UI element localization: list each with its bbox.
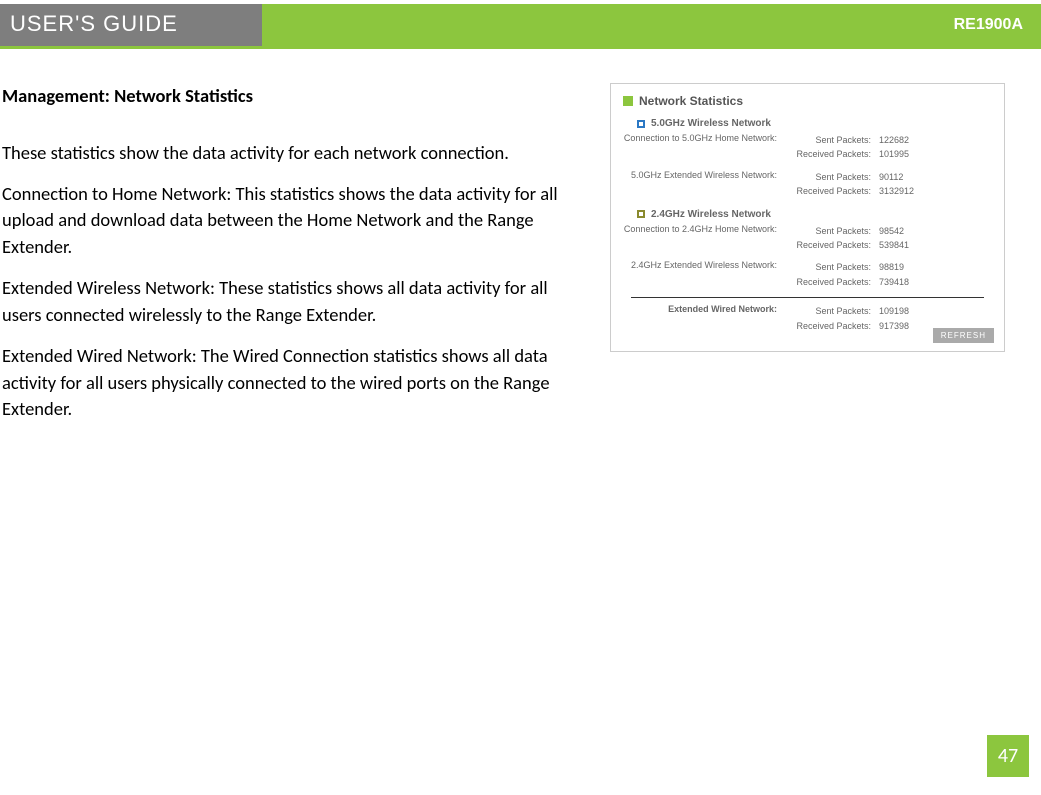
guide-title: USER'S GUIDE [0,4,280,46]
network-statistics-panel: Network Statistics 5.0GHz Wireless Netwo… [610,83,1005,352]
sent-label: Sent Packets: [793,224,871,238]
recv-value: 101995 [879,147,929,161]
screenshot-column: Network Statistics 5.0GHz Wireless Netwo… [610,83,1005,437]
stat-block-5ghz-home: Connection to 5.0GHz Home Network: Sent … [623,133,992,162]
refresh-button[interactable]: REFRESH [933,328,994,343]
square-icon [637,210,645,218]
stat-label: Extended Wired Network: [623,304,793,333]
section-5ghz-label: 5.0GHz Wireless Network [651,118,771,129]
stat-block-24ghz-home: Connection to 2.4GHz Home Network: Sent … [623,224,992,253]
sent-label: Sent Packets: [793,133,871,147]
sent-value: 109198 [879,304,929,318]
page-number: 47 [987,735,1029,777]
section-5ghz-header: 5.0GHz Wireless Network [637,118,992,129]
model-number: RE1900A [262,4,1041,46]
recv-value: 3132912 [879,184,929,198]
paragraph-home-network: Connection to Home Network: This statist… [2,181,582,261]
stat-block-5ghz-ext: 5.0GHz Extended Wireless Network: Sent P… [623,170,992,199]
intro-paragraph: These statistics show the data activity … [2,140,582,167]
recv-value: 539841 [879,238,929,252]
page-content: Management: Network Statistics These sta… [0,49,1041,437]
recv-value: 917398 [879,319,929,333]
recv-label: Received Packets: [793,147,871,161]
section-heading: Management: Network Statistics [2,83,582,110]
sent-label: Sent Packets: [793,260,871,274]
text-column: Management: Network Statistics These sta… [2,83,582,437]
stat-label: Connection to 2.4GHz Home Network: [623,224,793,253]
panel-title-text: Network Statistics [639,94,743,108]
stat-block-24ghz-ext: 2.4GHz Extended Wireless Network: Sent P… [623,260,992,289]
square-icon [637,120,645,128]
paragraph-extended-wired: Extended Wired Network: The Wired Connec… [2,343,582,423]
recv-label: Received Packets: [793,275,871,289]
stat-label: 2.4GHz Extended Wireless Network: [623,260,793,289]
recv-value: 739418 [879,275,929,289]
recv-label: Received Packets: [793,319,871,333]
stat-label: Connection to 5.0GHz Home Network: [623,133,793,162]
stat-label: 5.0GHz Extended Wireless Network: [623,170,793,199]
section-24ghz-header: 2.4GHz Wireless Network [637,209,992,220]
divider [631,297,984,298]
sent-value: 122682 [879,133,929,147]
page-header: USER'S GUIDE RE1900A [0,4,1041,46]
recv-label: Received Packets: [793,184,871,198]
square-icon [623,96,633,106]
sent-label: Sent Packets: [793,304,871,318]
panel-title: Network Statistics [623,94,992,108]
sent-label: Sent Packets: [793,170,871,184]
sent-value: 98819 [879,260,929,274]
section-24ghz-label: 2.4GHz Wireless Network [651,209,771,220]
sent-value: 98542 [879,224,929,238]
recv-label: Received Packets: [793,238,871,252]
sent-value: 90112 [879,170,929,184]
paragraph-extended-wireless: Extended Wireless Network: These statist… [2,275,582,329]
